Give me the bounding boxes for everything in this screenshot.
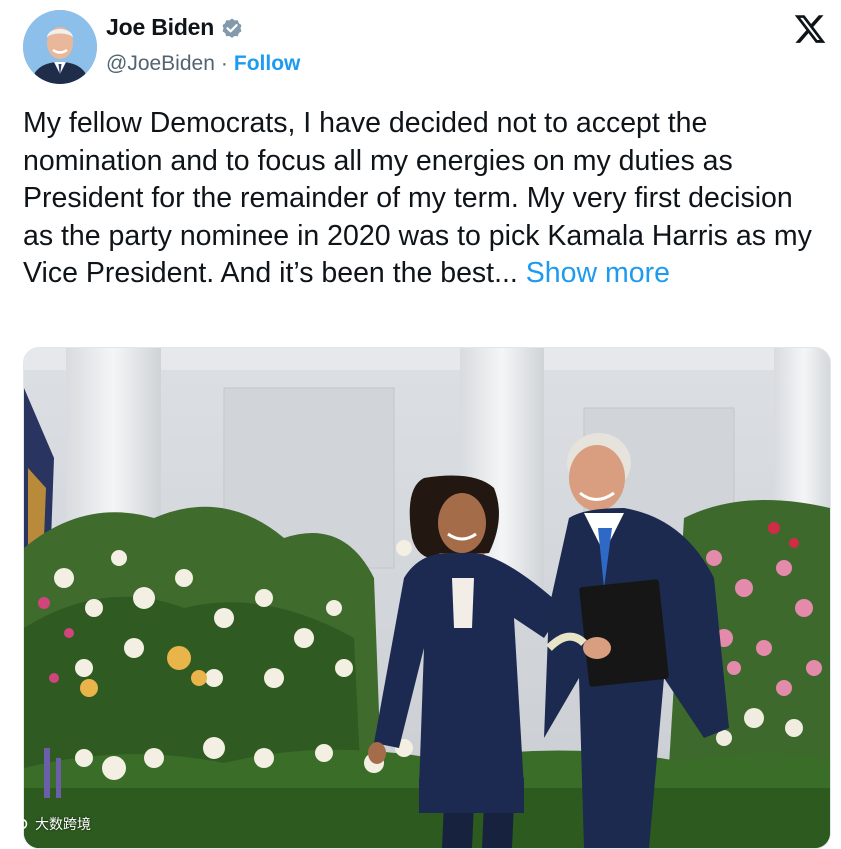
show-more-link[interactable]: Show more [526, 257, 670, 289]
avatar-portrait [23, 10, 97, 84]
watermark-logo-icon [6, 818, 28, 830]
author-name[interactable]: Joe Biden [106, 14, 214, 41]
tweet-body: My fellow Democrats, I have decided not … [23, 107, 812, 289]
author-handle-row: @JoeBiden · Follow [106, 52, 300, 76]
x-logo-icon[interactable] [793, 12, 827, 46]
follow-button[interactable]: Follow [234, 52, 301, 76]
photo-garden-walk [24, 348, 830, 848]
avatar[interactable] [23, 10, 97, 84]
author-handle[interactable]: @JoeBiden [106, 52, 215, 76]
author-name-row: Joe Biden [106, 14, 244, 41]
verified-badge-icon [222, 18, 242, 38]
tweet-media[interactable] [23, 347, 831, 849]
watermark-text: 大数跨境 [35, 817, 91, 833]
watermark: 大数跨境 [6, 814, 91, 834]
tweet-text: My fellow Democrats, I have decided not … [23, 105, 828, 293]
separator-dot: · [220, 52, 228, 75]
